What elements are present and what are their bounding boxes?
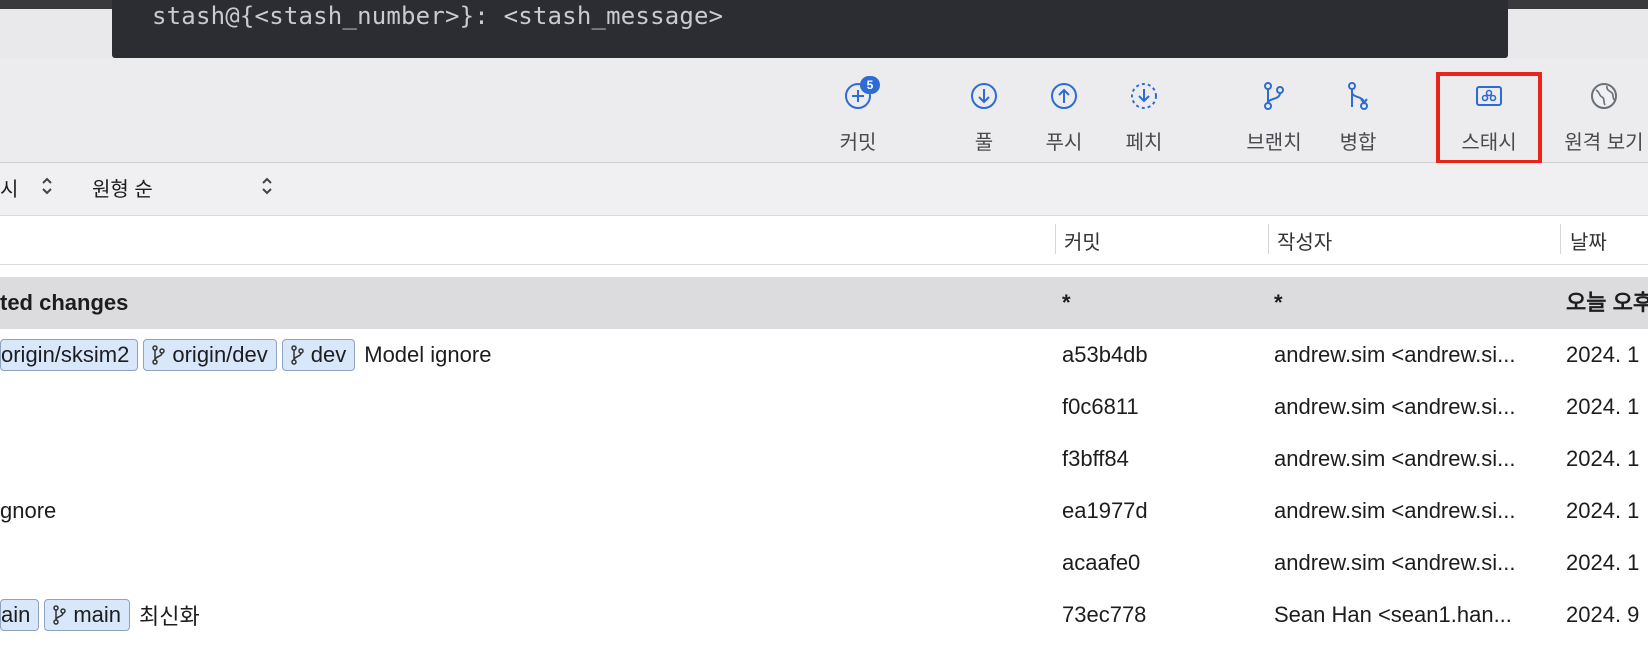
table-row[interactable]: origin/sksim2 origin/dev dev Model ignor… bbox=[0, 329, 1648, 381]
column-header: 커밋 작성자 날짜 bbox=[0, 216, 1648, 265]
chevron-up-down-icon[interactable] bbox=[40, 175, 54, 197]
row-author: andrew.sim <andrew.si... bbox=[1274, 342, 1516, 367]
row-commit: 73ec778 bbox=[1062, 602, 1147, 627]
table-row[interactable]: f0c6811 andrew.sim <andrew.si... 2024. 1 bbox=[0, 381, 1648, 433]
commit-message: gnore bbox=[0, 498, 57, 523]
code-text: stash@{<stash_number>}: <stash_message> bbox=[152, 2, 724, 30]
commit-button[interactable]: 5 커밋 bbox=[816, 58, 900, 162]
row-author: andrew.sim <andrew.si... bbox=[1274, 498, 1516, 523]
branch-icon bbox=[150, 345, 166, 365]
branch-tag[interactable]: dev bbox=[281, 339, 356, 371]
table-row[interactable]: f3bff84 andrew.sim <andrew.si... 2024. 1 bbox=[0, 433, 1648, 485]
column-separator[interactable] bbox=[1055, 224, 1056, 254]
branch-tag[interactable]: main bbox=[44, 599, 131, 631]
table-row[interactable]: gnore ea1977d andrew.sim <andrew.si... 2… bbox=[0, 485, 1648, 537]
row-commit: f3bff84 bbox=[1062, 446, 1129, 471]
code-block: stash@{<stash_number>}: <stash_message> bbox=[112, 0, 1508, 58]
row-commit: f0c6811 bbox=[1062, 394, 1139, 419]
column-separator[interactable] bbox=[1560, 224, 1561, 254]
column-header-author[interactable]: 작성자 bbox=[1277, 226, 1332, 255]
branch-tag[interactable]: origin/sksim2 bbox=[0, 339, 139, 371]
merge-button[interactable]: 병합 bbox=[1316, 58, 1400, 162]
row-date: 2024. 1 bbox=[1566, 394, 1640, 419]
row-date: 2024. 1 bbox=[1566, 446, 1640, 471]
row-author: andrew.sim <andrew.si... bbox=[1274, 550, 1516, 575]
row-commit: * bbox=[1062, 290, 1071, 315]
row-date: 오늘 오후 bbox=[1566, 290, 1648, 315]
row-author: * bbox=[1274, 290, 1283, 315]
uncommitted-changes-row[interactable]: ted changes * * 오늘 오후 bbox=[0, 277, 1648, 329]
filter-bar: 시 원형 순 bbox=[0, 163, 1648, 216]
row-author: andrew.sim <andrew.si... bbox=[1274, 446, 1516, 471]
merge-label: 병합 bbox=[1339, 132, 1377, 154]
branch-tag[interactable]: ain bbox=[0, 599, 40, 631]
column-header-date[interactable]: 날짜 bbox=[1570, 226, 1607, 255]
row-date: 2024. 1 bbox=[1566, 498, 1640, 523]
fetch-button[interactable]: 페치 bbox=[1102, 58, 1186, 162]
row-author: Sean Han <sean1.han... bbox=[1274, 602, 1512, 627]
chevron-up-down-icon[interactable] bbox=[260, 175, 274, 197]
merge-icon bbox=[1342, 80, 1374, 112]
row-commit: acaafe0 bbox=[1062, 550, 1141, 575]
arrow-up-circle-icon bbox=[1048, 80, 1080, 112]
table-row[interactable]: ain main 최신화 73ec778 Sean Han <sean1.han… bbox=[0, 589, 1648, 641]
commit-label: 커밋 bbox=[839, 132, 877, 154]
toolbar: 5 커밋 풀 푸시 페치 브랜치 병합 스태시 원격 보기 bbox=[0, 58, 1648, 163]
column-header-commit[interactable]: 커밋 bbox=[1064, 226, 1101, 255]
row-description: origin/sksim2 origin/dev dev Model ignor… bbox=[0, 329, 491, 381]
branch-icon bbox=[1258, 80, 1290, 112]
branch-filter-select[interactable]: 시 bbox=[0, 173, 18, 202]
header-gap bbox=[0, 265, 1648, 277]
row-date: 2024. 9 bbox=[1566, 602, 1640, 627]
row-commit: a53b4db bbox=[1062, 342, 1148, 367]
remote-view-button[interactable]: 원격 보기 bbox=[1562, 58, 1646, 162]
branch-icon bbox=[51, 605, 67, 625]
row-description: ted changes bbox=[0, 290, 129, 315]
row-description: ain main 최신화 bbox=[0, 589, 200, 641]
row-commit: ea1977d bbox=[1062, 498, 1148, 523]
fetch-label: 페치 bbox=[1125, 132, 1163, 154]
row-date: 2024. 1 bbox=[1566, 342, 1640, 367]
arrow-down-circle-icon bbox=[968, 80, 1000, 112]
table-row[interactable]: acaafe0 andrew.sim <andrew.si... 2024. 1 bbox=[0, 537, 1648, 589]
row-author: andrew.sim <andrew.si... bbox=[1274, 394, 1516, 419]
column-separator[interactable] bbox=[1268, 224, 1269, 254]
remote-view-label: 원격 보기 bbox=[1564, 132, 1644, 154]
commit-count-badge: 5 bbox=[860, 76, 880, 94]
branch-tag[interactable]: origin/dev bbox=[143, 339, 277, 371]
commit-message: Model ignore bbox=[364, 342, 492, 367]
dashed-arrow-down-circle-icon bbox=[1128, 80, 1160, 112]
row-date: 2024. 1 bbox=[1566, 550, 1640, 575]
order-select[interactable]: 원형 순 bbox=[92, 173, 153, 202]
branch-icon bbox=[289, 345, 305, 365]
globe-icon bbox=[1588, 80, 1620, 112]
stash-highlight-box bbox=[1436, 72, 1542, 164]
commit-message: 최신화 bbox=[139, 604, 200, 629]
